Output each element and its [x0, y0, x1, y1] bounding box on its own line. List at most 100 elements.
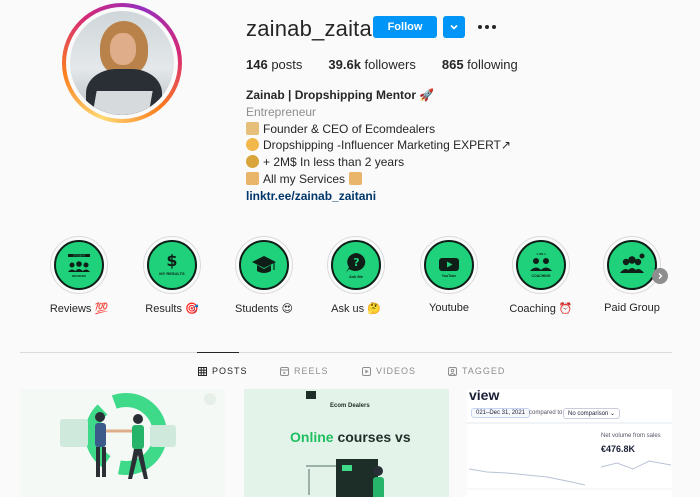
bio-line: All my Services — [246, 171, 511, 188]
svg-text:STUDENT: STUDENT — [73, 253, 86, 257]
bio-name: Zainab | Dropshipping Mentor 🚀 — [246, 88, 435, 102]
bio-line-text: Dropshipping -Influencer Marketing EXPER… — [263, 138, 511, 153]
chevron-right-icon — [658, 273, 663, 279]
highlight-results[interactable]: $ MY RESULTS Results 🎯 — [137, 236, 207, 315]
svg-text:COACHING: COACHING — [531, 274, 550, 278]
tab-label: VIDEOS — [376, 366, 417, 376]
highlight-ring: YouTube — [420, 236, 478, 294]
tabs-divider — [20, 352, 672, 353]
profile-username: zainab_zaitani — [246, 16, 390, 41]
highlight-label: Coaching ⏰ — [509, 303, 573, 315]
follow-button[interactable]: Follow — [373, 16, 437, 38]
avatar[interactable] — [70, 11, 174, 115]
ceo-emoji-icon — [246, 121, 259, 135]
more-options-icon[interactable] — [478, 18, 496, 36]
highlight-label: Students 😍 — [235, 303, 293, 315]
highlight-label: Paid Group — [604, 302, 660, 314]
svg-text:Ask Me: Ask Me — [349, 274, 364, 279]
tab-label: POSTS — [212, 366, 248, 376]
highlight-ring: STUDENT REVIEWS — [50, 236, 108, 294]
profile-stats: 146 posts 39.6k followers 865 following — [246, 57, 544, 72]
highlight-cover — [239, 240, 289, 290]
svg-text:$: $ — [166, 251, 177, 270]
highlight-label: Ask us 🤔 — [331, 303, 381, 315]
coaching-icon: 1 ON 1 COACHING — [530, 252, 552, 278]
highlight-label: Youtube — [429, 302, 469, 314]
following-label: following — [463, 57, 518, 72]
active-tab-indicator — [197, 352, 239, 353]
highlight-ring: ? Ask Me — [327, 236, 385, 294]
bio-line-text: All my Services — [263, 171, 346, 186]
story-highlights: STUDENT REVIEWS Reviews 💯 $ MY RESULTS R… — [50, 236, 672, 320]
tab-label: TAGGED — [462, 366, 506, 376]
post-thumbnail[interactable]: view 021–Dec 31, 2021 compared to No com… — [467, 389, 672, 497]
graduation-cap-icon — [252, 256, 276, 273]
chevron-down-icon — [450, 24, 458, 30]
following-count: 865 — [441, 57, 464, 72]
highlight-ring: $ MY RESULTS — [143, 236, 201, 294]
highlight-cover: YouTube — [424, 240, 474, 290]
tab-tagged[interactable]: TAGGED — [448, 366, 505, 376]
svg-text:REVIEWS: REVIEWS — [72, 274, 86, 278]
highlight-ring: 1 ON 1 COACHING — [512, 236, 570, 294]
tag-icon — [448, 366, 457, 376]
svg-text:?: ? — [353, 256, 359, 269]
tab-videos[interactable]: VIDEOS — [362, 366, 416, 376]
profile-avatar-ring[interactable] — [62, 3, 182, 123]
highlight-label: Results 🎯 — [145, 303, 199, 315]
point-down-icon — [349, 171, 363, 185]
highlights-next-button[interactable] — [652, 268, 668, 284]
reels-icon — [280, 366, 289, 376]
posts-count: 146 — [246, 57, 268, 72]
money-bag-icon — [246, 155, 259, 169]
video-icon — [362, 366, 371, 376]
partnership-illustration-icon — [60, 393, 216, 479]
highlight-cover — [607, 240, 657, 290]
avatar-face — [110, 33, 136, 65]
bio-category: Entrepreneur — [246, 104, 317, 119]
posts-label: posts — [267, 57, 303, 72]
bio-link[interactable]: linktr.ee/zainab_zaitani — [246, 188, 511, 205]
tab-posts[interactable]: POSTS — [198, 366, 248, 376]
bio-line-text: Founder & CEO of Ecomdealers — [263, 121, 436, 136]
avatar-laptop — [91, 91, 153, 115]
highlight-ring — [603, 236, 661, 294]
group-icon — [620, 253, 645, 273]
bio-line: + 2M$ In less than 2 years — [246, 154, 511, 171]
followers-label: followers — [360, 57, 416, 72]
svg-text:MY RESULTS: MY RESULTS — [159, 271, 185, 276]
profile-bio: Zainab | Dropshipping Mentor 🚀 Entrepren… — [246, 87, 511, 205]
dollar-icon: $ MY RESULTS — [159, 251, 185, 276]
tab-label: REELS — [294, 366, 329, 376]
highlight-coaching[interactable]: 1 ON 1 COACHING Coaching ⏰ — [506, 236, 576, 315]
svg-text:YouTube: YouTube — [442, 274, 457, 278]
post-thumbnail[interactable]: Ecom Dealers Online courses vs — [244, 389, 449, 497]
bio-line: Founder & CEO of Ecomdealers — [246, 121, 511, 138]
highlight-cover: 1 ON 1 COACHING — [516, 240, 566, 290]
bio-line: Dropshipping -Influencer Marketing EXPER… — [246, 137, 511, 154]
svg-text:1 ON 1: 1 ON 1 — [536, 252, 546, 256]
thumbs-up-icon — [246, 138, 259, 152]
post-thumbnail[interactable] — [20, 389, 225, 497]
highlight-youtube[interactable]: YouTube Youtube — [414, 236, 484, 314]
highlight-cover: ? Ask Me — [331, 240, 381, 290]
suggested-dropdown-button[interactable] — [443, 16, 465, 38]
bio-line-text: + 2M$ In less than 2 years — [263, 155, 405, 170]
following-stat[interactable]: 865 following — [442, 57, 518, 72]
question-bubble-icon: ? Ask Me — [346, 253, 366, 279]
followers-stat[interactable]: 39.6k followers — [328, 57, 415, 72]
highlight-students[interactable]: Students 😍 — [229, 236, 299, 315]
tab-reels[interactable]: REELS — [280, 366, 329, 376]
whiteboard-illustration-icon — [306, 391, 384, 497]
highlight-cover: STUDENT REVIEWS — [54, 240, 104, 290]
grid-icon — [198, 366, 207, 376]
highlight-ask-us[interactable]: ? Ask Me Ask us 🤔 — [321, 236, 391, 315]
highlight-ring — [235, 236, 293, 294]
youtube-icon: YouTube — [439, 258, 459, 278]
highlight-cover: $ MY RESULTS — [147, 240, 197, 290]
line-chart-icon — [467, 422, 672, 490]
followers-count: 39.6k — [328, 57, 361, 72]
students-group-icon: STUDENT REVIEWS — [68, 253, 90, 278]
posts-stat: 146 posts — [246, 57, 302, 72]
highlight-reviews[interactable]: STUDENT REVIEWS Reviews 💯 — [44, 236, 114, 315]
